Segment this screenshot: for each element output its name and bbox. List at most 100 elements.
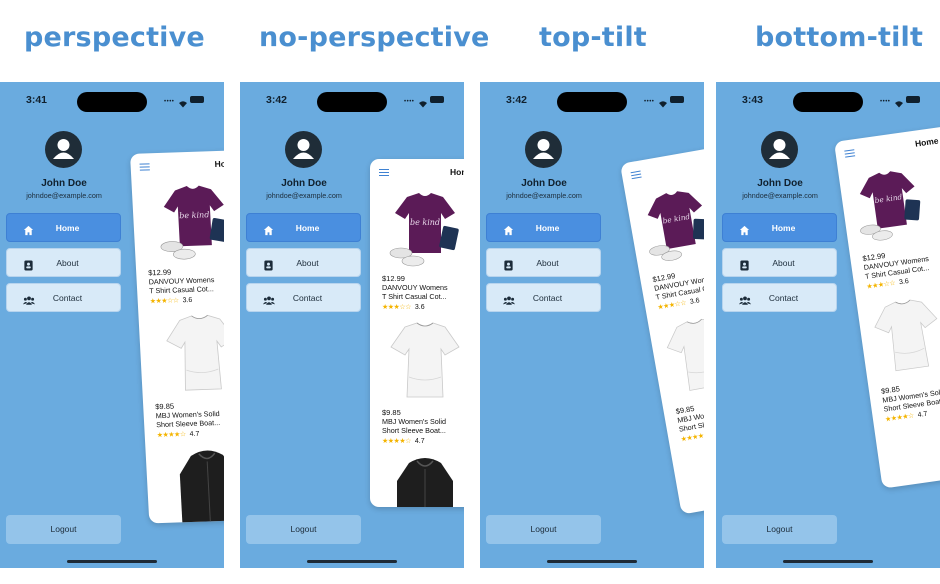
logout-button[interactable]: Logout	[486, 515, 601, 544]
variant-caption: bottom-tilt	[755, 22, 924, 53]
sidebar-item-home[interactable]: Home	[246, 213, 361, 242]
product-image: be kind	[837, 153, 940, 253]
sidebar-item-about[interactable]: About	[246, 248, 361, 277]
profile-email: johndoe@example.com	[266, 191, 342, 200]
product-image	[138, 308, 224, 400]
signal-icon: ••••	[404, 99, 415, 105]
hamburger-menu-icon[interactable]	[630, 170, 642, 182]
sidebar-item-label: About	[296, 258, 319, 268]
product-image	[370, 317, 464, 405]
user-icon	[533, 139, 554, 159]
home-indicator	[307, 560, 397, 563]
star-rating-icon: ★★★☆☆	[656, 299, 687, 312]
avatar[interactable]	[525, 131, 562, 168]
wifi-icon	[894, 95, 904, 113]
product-card[interactable]: be kind $12.99 DANVOUY Womens T Shirt Casua…	[370, 183, 464, 311]
user-icon	[769, 139, 790, 159]
sidebar-item-home[interactable]: Home	[6, 213, 121, 242]
star-rating-icon: ★★★☆☆	[382, 304, 411, 311]
avatar[interactable]	[285, 131, 322, 168]
product-card[interactable]: be kind $12.99 DANVOUY Womens T Shirt Casua…	[131, 174, 224, 306]
product-rating: ★★★★☆4.7	[382, 437, 464, 445]
product-card[interactable]: $9.85MBJ Women's SolidShort Sleeve Boat.…	[370, 317, 464, 445]
signal-icon: ••••	[880, 99, 891, 105]
rating-value: 3.6	[182, 296, 193, 305]
sidebar-item-contact[interactable]: Contact	[246, 283, 361, 312]
product-card[interactable]: be kind $12.99 DANVOUY Womens T Shirt Casua…	[837, 153, 940, 293]
product-image	[145, 441, 224, 524]
home-screen-card: Homebe kind$12.99DANVOUY WomensT Shirt C…	[834, 121, 940, 489]
product-card[interactable]: $9.85MBJ Women's SolidShort Sleeve Boat.…	[138, 308, 224, 440]
status-icons: ••••	[880, 95, 920, 108]
svg-text:be kind: be kind	[410, 218, 440, 227]
wifi-icon	[658, 95, 668, 113]
product-rating: ★★★☆☆ 3.6	[382, 303, 464, 311]
profile-email: johndoe@example.com	[742, 191, 818, 200]
signal-icon: ••••	[644, 99, 655, 105]
sidebar-item-label: Contact	[52, 293, 83, 303]
logout-button[interactable]: Logout	[6, 515, 121, 544]
product-rating: ★★★☆☆ 3.6	[150, 294, 224, 305]
hamburger-menu-icon[interactable]	[844, 149, 856, 160]
profile-name: John Doe	[281, 178, 327, 189]
product-name-line2: Short Sleeve Boat...	[382, 426, 446, 435]
user-icon	[293, 139, 314, 159]
hamburger-menu-icon[interactable]	[379, 169, 389, 178]
signal-icon: ••••	[164, 99, 175, 105]
sidebar-item-home[interactable]: Home	[722, 213, 837, 242]
star-rating-icon: ★★★☆☆	[866, 279, 896, 291]
status-icons: ••••	[164, 95, 204, 108]
sidebar-item-about[interactable]: About	[486, 248, 601, 277]
sidebar-item-contact[interactable]: Contact	[722, 283, 837, 312]
rating-value: 4.7	[917, 410, 928, 419]
sidebar-item-label: Home	[771, 223, 796, 233]
avatar[interactable]	[761, 131, 798, 168]
sidebar-item-label: About	[772, 258, 795, 268]
profile-name: John Doe	[41, 178, 87, 189]
dynamic-island	[317, 92, 387, 112]
home-indicator	[67, 560, 157, 563]
profile-name: John Doe	[521, 178, 567, 189]
home-screen-card: Home be kind$12.99DANVOUY WomensT Shirt C…	[370, 159, 464, 507]
phone-screen: 3:41 •••• John Doe johndoe@example.com Home A…	[0, 82, 224, 568]
star-rating-icon: ★★★★☆	[680, 431, 704, 444]
sidebar-item-home[interactable]: Home	[486, 213, 601, 242]
screen-title: Home	[450, 167, 464, 177]
sidebar-item-label: About	[56, 258, 79, 268]
product-price: $9.85	[382, 408, 401, 417]
product-card[interactable]: $9.85MBJ Women's SolidShort Sleeve Boat.…	[856, 286, 940, 426]
status-time: 3:42	[506, 94, 528, 106]
sidebar-item-label: Contact	[768, 293, 799, 303]
sidebar-item-label: Home	[55, 223, 80, 233]
product-card[interactable]: $9.85MBJ Women's SolidShort Sleeve Boat.…	[647, 304, 704, 446]
sidebar-item-about[interactable]: About	[722, 248, 837, 277]
status-icons: ••••	[404, 95, 444, 108]
product-image: be kind	[624, 172, 704, 275]
logout-label: Logout	[766, 524, 793, 534]
avatar[interactable]	[45, 131, 82, 168]
product-card[interactable]: be kind $12.99 DANVOUY Womens T Shirt Casua…	[624, 172, 704, 314]
sidebar-item-label: Home	[295, 223, 320, 233]
product-name-line2: T Shirt Casual Cot...	[382, 292, 447, 301]
product-card[interactable]	[370, 451, 464, 507]
wifi-icon	[178, 95, 188, 113]
logout-button[interactable]: Logout	[722, 515, 837, 544]
logout-button[interactable]: Logout	[246, 515, 361, 544]
star-rating-icon: ★★★★☆	[156, 431, 186, 440]
battery-icon	[906, 96, 920, 103]
logout-label: Logout	[530, 524, 557, 534]
product-image	[370, 451, 464, 507]
product-image	[647, 304, 704, 407]
sidebar-item-contact[interactable]: Contact	[6, 283, 121, 312]
sidebar-item-contact[interactable]: Contact	[486, 283, 601, 312]
sidebar-item-about[interactable]: About	[6, 248, 121, 277]
dynamic-island	[557, 92, 627, 112]
dynamic-island	[793, 92, 863, 112]
sidebar-item-label: Contact	[292, 293, 323, 303]
hamburger-menu-icon[interactable]	[139, 163, 150, 173]
sidebar-item-label: About	[536, 258, 559, 268]
logout-label: Logout	[290, 524, 317, 534]
product-card[interactable]	[145, 441, 224, 524]
user-icon	[53, 139, 74, 159]
home-screen-card: Homebe kind$12.99DANVOUY WomensT Shirt C…	[620, 137, 704, 515]
